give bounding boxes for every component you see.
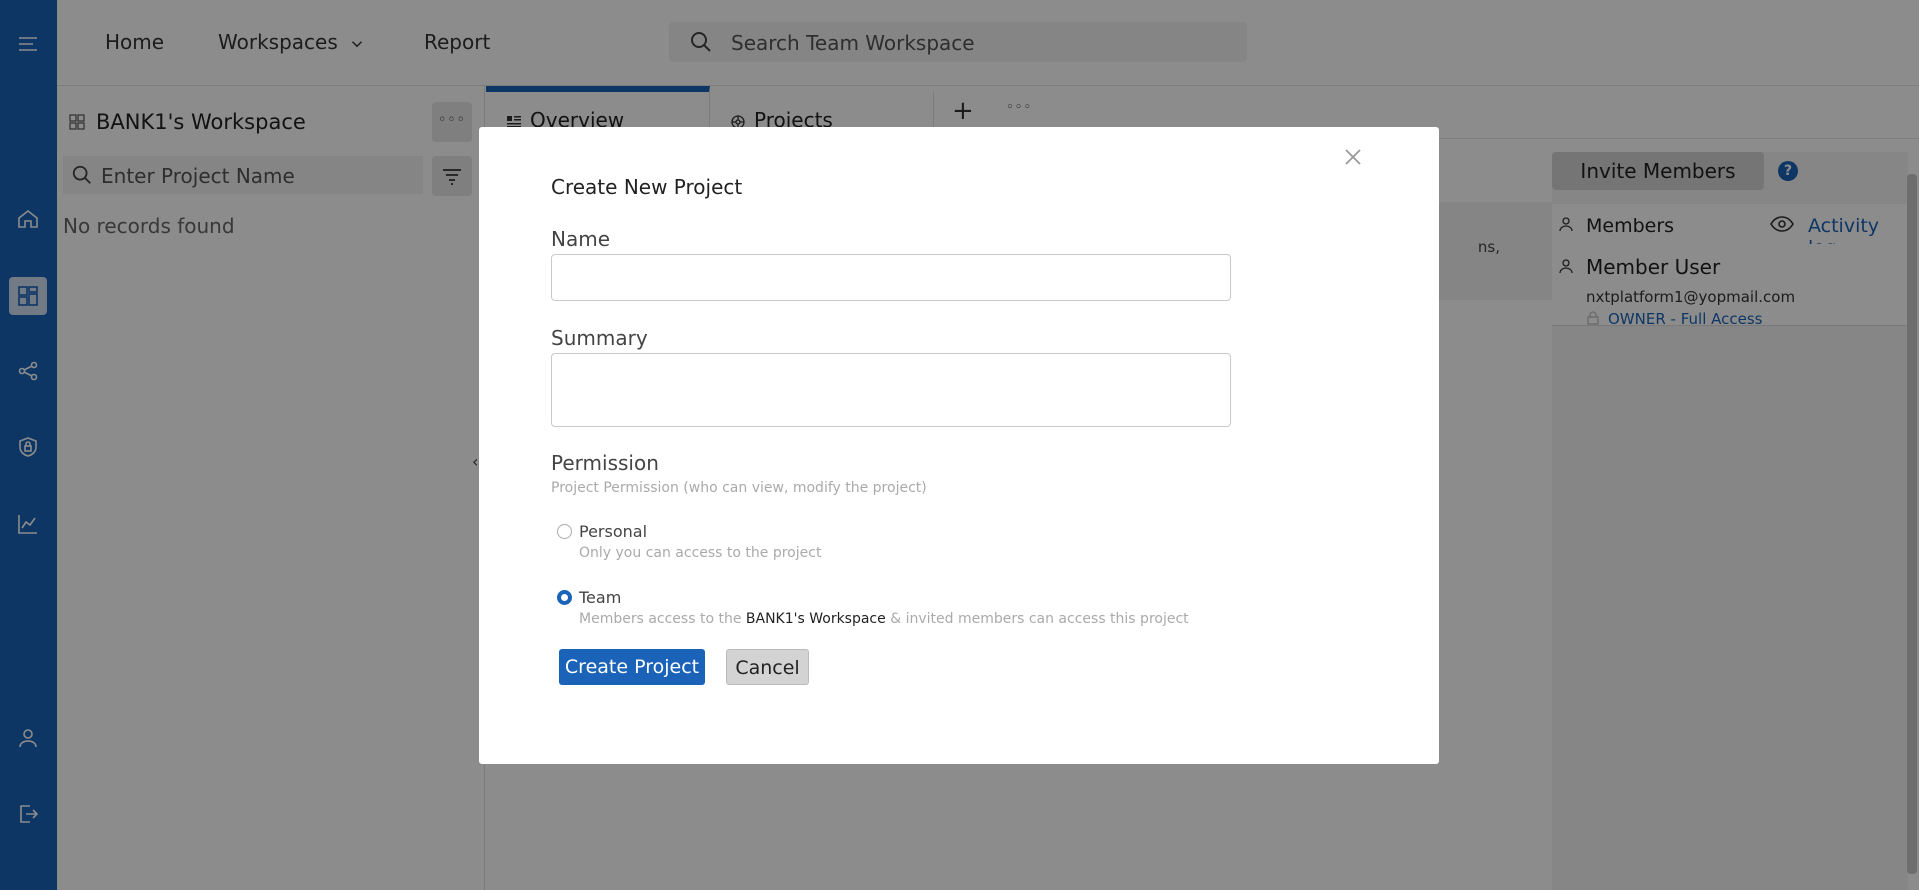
project-name-input[interactable]: [551, 254, 1231, 301]
create-project-button[interactable]: Create Project: [559, 649, 705, 685]
personal-radio[interactable]: [557, 524, 572, 539]
permission-hint: Project Permission (who can view, modify…: [551, 480, 927, 496]
personal-label[interactable]: Personal: [579, 522, 647, 541]
cancel-button[interactable]: Cancel: [726, 649, 809, 685]
collapse-panel-icon[interactable]: ‹: [472, 452, 478, 471]
dialog-title: Create New Project: [551, 175, 743, 199]
team-label[interactable]: Team: [579, 588, 621, 607]
close-icon[interactable]: [1343, 147, 1363, 167]
project-summary-input[interactable]: [551, 353, 1231, 427]
team-radio[interactable]: [557, 590, 572, 605]
create-project-dialog: Create New Project Name Summary Permissi…: [479, 127, 1439, 764]
permission-label: Permission: [551, 451, 659, 475]
name-label: Name: [551, 227, 611, 251]
team-desc-suffix: & invited members can access this projec…: [885, 611, 1189, 627]
personal-description: Only you can access to the project: [579, 545, 822, 561]
team-desc-prefix: Members access to the: [579, 611, 746, 627]
team-desc-workspace: BANK1's Workspace: [745, 611, 886, 627]
team-description: Members access to the BANK1's Workspace …: [579, 611, 1189, 627]
summary-label: Summary: [551, 326, 648, 350]
